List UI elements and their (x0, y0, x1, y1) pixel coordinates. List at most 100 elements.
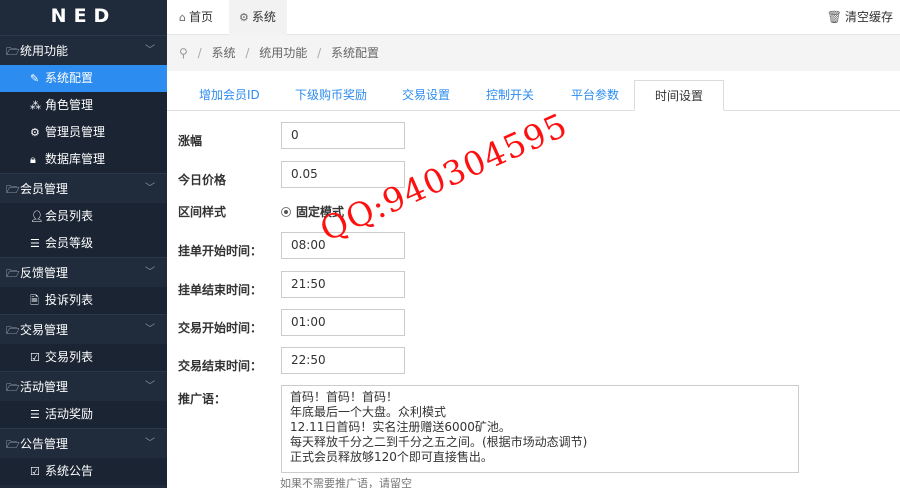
tab-add-member-id[interactable]: 增加会员ID (199, 80, 260, 111)
sidebar-group-feedback[interactable]: 🗁反馈管理 ﹀ (0, 257, 167, 287)
sidebar-item-system-notices[interactable]: ☑ 系统公告 (0, 458, 167, 485)
trash-icon: 🗑︎ (826, 10, 842, 24)
tab-control-switches[interactable]: 控制开关 (486, 80, 534, 111)
folder-open-icon: 🗁 (6, 183, 20, 196)
breadcrumb-separator: / (197, 46, 202, 60)
sidebar-item-label: 系统公告 (45, 464, 94, 478)
sidebar-group-label: 交易管理 (20, 323, 69, 337)
fixed-mode-radio[interactable]: 固定模式 (281, 199, 344, 225)
promo-hint: 如果不需要推广语，请留空 (280, 477, 412, 488)
app-root: NED 🗁统用功能 ﹀ ✎ 系统配置 ⁂ 角色管理 ⚙ 管理员管理 🔒︎ 数据库管理 🗁会… (0, 0, 900, 488)
breadcrumb-item-system-config: 系统配置 (330, 46, 379, 60)
sidebar-item-system-config[interactable]: ✎ 系统配置 (0, 65, 167, 92)
sidebar-item-member-levels[interactable]: ☰ 会员等级 (0, 230, 167, 257)
chevron-down-icon: ﹀ (145, 183, 155, 194)
tab-trade-settings[interactable]: 交易设置 (402, 80, 450, 111)
chevron-down-icon: ﹀ (145, 438, 155, 449)
order-end-input[interactable]: 21:50 (281, 271, 405, 298)
clear-cache-label: 清空缓存 (844, 10, 893, 24)
sidebar-group-label: 反馈管理 (20, 266, 69, 280)
sitemap-icon: ⁂ (30, 99, 41, 112)
sidebar-item-roles[interactable]: ⁂ 角色管理 (0, 92, 167, 119)
sidebar-item-label: 角色管理 (45, 98, 94, 112)
chevron-down-icon: ﹀ (145, 45, 155, 56)
tab-label: 系统 (251, 10, 276, 24)
rise-input[interactable]: 0 (281, 122, 405, 149)
home-icon: ⌂ (179, 11, 186, 24)
price-label: 今日价格 (178, 173, 227, 187)
clear-cache-button[interactable]: 🗑︎ 清空缓存 (827, 0, 893, 35)
chevron-down-icon: ﹀ (145, 324, 155, 335)
checkbox-icon: ☑ (30, 351, 40, 364)
trade-end-input[interactable]: 22:50 (281, 347, 405, 374)
sidebar-item-activity-rewards[interactable]: ☰ 活动奖励 (0, 401, 167, 428)
list-icon: ☰ (30, 408, 40, 421)
sidebar-item-complaints[interactable]: 🗎 投诉列表 (0, 287, 167, 314)
sidebar-item-label: 管理员管理 (45, 125, 106, 139)
sidebar-group-general[interactable]: 🗁统用功能 ﹀ (0, 35, 167, 65)
breadcrumb-item-system[interactable]: 系统 (212, 46, 236, 60)
chevron-down-icon: ﹀ (145, 267, 155, 278)
sidebar-item-label: 会员列表 (45, 209, 94, 223)
sidebar-item-member-list[interactable]: 👤︎会员列表 (0, 203, 167, 230)
sidebar-item-database[interactable]: 🔒︎ 数据库管理 (0, 146, 167, 173)
tab-referral-reward[interactable]: 下级购币奖励 (295, 80, 367, 111)
wrench-icon: ✎ (30, 72, 40, 85)
gear-icon: ⚙ (239, 11, 249, 24)
sidebar-group-label: 统用功能 (20, 44, 69, 58)
sidebar-group-label: 会员管理 (20, 182, 69, 196)
sidebar-item-label: 数据库管理 (45, 152, 106, 166)
top-bar: ⌂ 首页 ⚙ 系统 🗑︎ 清空缓存 (167, 0, 900, 35)
main-content: 增加会员ID 下级购币奖励 交易设置 控制开关 平台参数 时间设置 涨幅 0 今… (167, 71, 900, 488)
settings-tabs: 增加会员ID 下级购币奖励 交易设置 控制开关 平台参数 时间设置 (167, 71, 900, 111)
radio-dot[interactable] (281, 207, 291, 217)
sidebar: NED 🗁统用功能 ﹀ ✎ 系统配置 ⁂ 角色管理 ⚙ 管理员管理 🔒︎ 数据库管理 🗁会… (0, 0, 167, 488)
lock-icon: 🔒︎ (30, 153, 36, 166)
tab-home[interactable]: ⌂ 首页 (179, 0, 213, 35)
sidebar-item-trade-list[interactable]: ☑ 交易列表 (0, 344, 167, 371)
folder-open-icon: 🗁 (6, 324, 20, 337)
sidebar-group-label: 活动管理 (20, 380, 69, 394)
sidebar-item-label: 交易列表 (45, 350, 94, 364)
sidebar-group-label: 公告管理 (20, 437, 69, 451)
logo: NED (50, 5, 117, 27)
range-style-label: 区间样式 (178, 205, 227, 219)
sidebar-group-members[interactable]: 🗁会员管理 ﹀ (0, 173, 167, 203)
breadcrumb-separator: / (245, 46, 250, 60)
folder-open-icon: 🗁 (6, 267, 20, 280)
tab-label: 首页 (188, 10, 213, 24)
list-icon: ☰ (30, 237, 40, 250)
sidebar-item-label: 投诉列表 (45, 293, 94, 307)
rise-label: 涨幅 (178, 134, 203, 148)
location-pin-icon: ⚲ (179, 46, 188, 60)
order-start-input[interactable]: 08:00 (281, 232, 405, 259)
trade-end-label: 交易结束时间： (178, 359, 263, 373)
breadcrumb: ⚲ / 系统 / 统用功能 / 系统配置 (167, 35, 900, 71)
user-icon: 👤︎ (30, 210, 44, 223)
folder-open-icon: 🗁 (6, 45, 20, 58)
tab-system[interactable]: ⚙ 系统 (229, 0, 287, 35)
sidebar-group-activities[interactable]: 🗁活动管理 ﹀ (0, 371, 167, 401)
folder-open-icon: 🗁 (6, 381, 20, 394)
sidebar-item-label: 会员等级 (45, 236, 94, 250)
sidebar-group-trades[interactable]: 🗁交易管理 ﹀ (0, 314, 167, 344)
breadcrumb-item-general[interactable]: 统用功能 (259, 46, 307, 60)
sidebar-item-admins[interactable]: ⚙ 管理员管理 (0, 119, 167, 146)
promo-label: 推广语： (178, 392, 227, 406)
sidebar-item-label: 活动奖励 (45, 407, 94, 421)
document-icon: 🗎 (30, 294, 39, 307)
chevron-down-icon: ﹀ (145, 381, 155, 392)
trade-start-label: 交易开始时间： (178, 321, 263, 335)
gear-icon: ⚙ (30, 126, 40, 139)
tab-platform-params[interactable]: 平台参数 (571, 80, 619, 111)
trade-start-input[interactable]: 01:00 (281, 309, 405, 336)
folder-open-icon: 🗁 (6, 438, 20, 451)
breadcrumb-separator: / (317, 46, 322, 60)
order-end-label: 挂单结束时间： (178, 283, 263, 297)
sidebar-group-notices[interactable]: 🗁公告管理 ﹀ (0, 428, 167, 458)
checkbox-icon: ☑ (30, 465, 40, 478)
sidebar-item-label: 系统配置 (45, 71, 94, 85)
promo-textarea[interactable]: 首码！首码！首码！ 年底最后一个大盘。众利模式 12.11日首码！实名注册赠送6… (281, 385, 799, 473)
tab-time-settings[interactable]: 时间设置 (634, 80, 725, 111)
price-input[interactable]: 0.05 (281, 161, 405, 188)
